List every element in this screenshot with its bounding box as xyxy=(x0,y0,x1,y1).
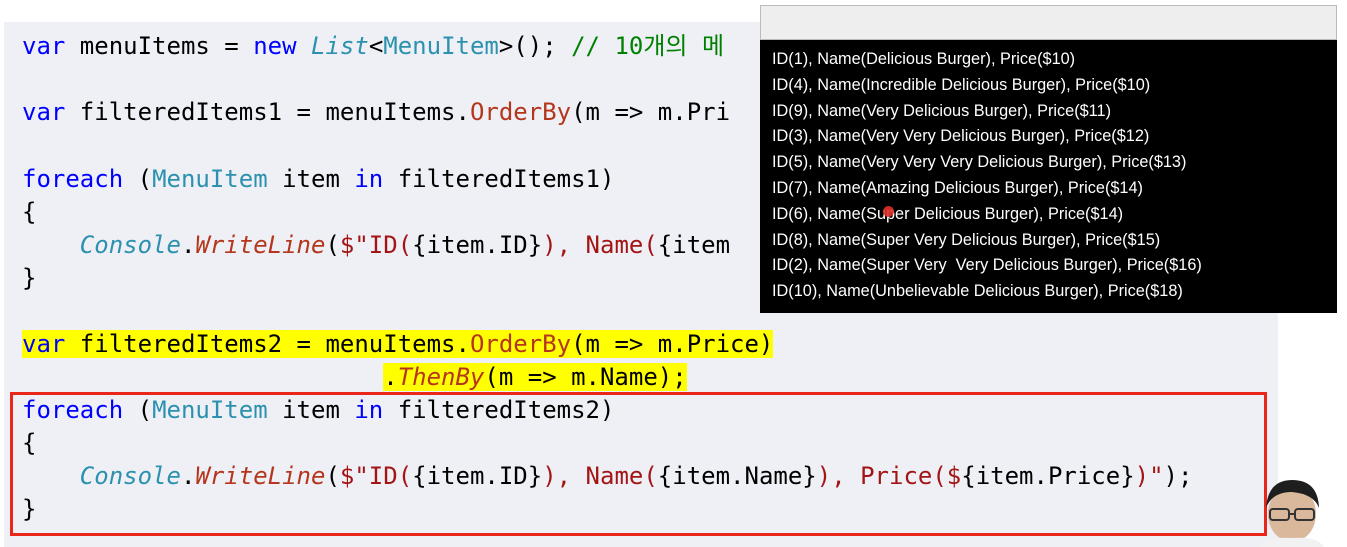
type-list: List xyxy=(311,32,369,60)
code-line-3: foreach (MenuItem item in filteredItems1… xyxy=(22,163,614,196)
code-text: menuItems = xyxy=(65,32,254,60)
console-line: ID(10), Name(Unbelievable Delicious Burg… xyxy=(772,282,1183,301)
method-thenby: ThenBy xyxy=(397,363,485,391)
presenter-image xyxy=(1260,480,1324,547)
presenter-webcam xyxy=(1256,476,1328,547)
code-text: filteredItems1 = menuItems. xyxy=(65,98,470,126)
code-line-6: } xyxy=(22,264,37,292)
code-text: ( xyxy=(325,231,340,259)
code-highlight: .ThenBy(m => m.Name); xyxy=(383,363,687,391)
code-text: (m => m.Price) xyxy=(571,330,774,358)
kw-foreach: foreach xyxy=(22,165,124,193)
code-string: $"ID( xyxy=(339,231,413,259)
code-text: . xyxy=(383,363,398,391)
code-text: {item xyxy=(657,231,731,259)
code-text: >(); xyxy=(498,32,557,60)
console-line: ID(6), Name(Super Delicious Burger), Pri… xyxy=(772,204,1124,223)
method-writeline: WriteLine xyxy=(195,231,326,259)
code-text: ( xyxy=(123,165,153,193)
code-text: < xyxy=(368,32,384,60)
code-text: (m => m.Pri xyxy=(571,98,731,126)
code-text: (m => m.Name); xyxy=(484,363,687,391)
console-line: ID(1), Name(Delicious Burger), Price($10… xyxy=(772,50,1076,68)
console-line: ID(9), Name(Very Delicious Burger), Pric… xyxy=(772,101,1111,120)
method-orderby: OrderBy xyxy=(469,98,572,126)
code-line-4: { xyxy=(22,198,37,226)
code-line-5: Console.WriteLine($"ID({item.ID}), Name(… xyxy=(22,229,730,262)
focus-highlight-box xyxy=(10,392,1267,536)
method-orderby: OrderBy xyxy=(469,330,572,358)
code-text: . xyxy=(180,231,196,259)
code-text: item xyxy=(267,165,355,193)
console-line: ID(7), Name(Amazing Delicious Burger), P… xyxy=(772,178,1143,197)
kw-var: var xyxy=(22,98,66,126)
console-line: ID(8), Name(Super Very Delicious Burger)… xyxy=(772,230,1161,249)
code-line-8: .ThenBy(m => m.Name); xyxy=(22,361,687,394)
code-line-1: var menuItems = new List<MenuItem>(); //… xyxy=(22,30,724,63)
console-title-bar[interactable] xyxy=(760,5,1337,40)
code-text: filteredItems2 = menuItems. xyxy=(65,330,470,358)
code-line-2: var filteredItems1 = menuItems.OrderBy(m… xyxy=(22,96,730,129)
type-menuitem: MenuItem xyxy=(383,32,499,60)
console-line: ID(2), Name(Super Very Very Delicious Bu… xyxy=(772,256,1202,275)
code-comment: // 10개의 메 xyxy=(556,32,725,60)
console-output: ID(1), Name(Delicious Burger), Price($10… xyxy=(772,47,1202,305)
console-line: ID(5), Name(Very Very Very Delicious Bur… xyxy=(772,153,1187,172)
type-menuitem: MenuItem xyxy=(152,165,268,193)
code-highlight: var filteredItems2 = menuItems.OrderBy(m… xyxy=(22,330,774,358)
console-window[interactable]: ID(1), Name(Delicious Burger), Price($10… xyxy=(760,5,1337,313)
console-line: ID(4), Name(Incredible Delicious Burger)… xyxy=(772,75,1151,94)
class-console: Console xyxy=(79,231,181,259)
kw-in: in xyxy=(354,165,384,193)
code-string: ), Name( xyxy=(542,231,658,259)
console-line: ID(3), Name(Very Very Delicious Burger),… xyxy=(772,127,1150,146)
kw-var: var xyxy=(22,330,66,358)
code-text: {item.ID} xyxy=(412,231,543,259)
pointer-cursor-dot xyxy=(883,206,894,217)
code-text: filteredItems1) xyxy=(383,165,615,193)
code-line-7: var filteredItems2 = menuItems.OrderBy(m… xyxy=(22,328,774,361)
kw-var: var xyxy=(22,32,66,60)
kw-new: new xyxy=(253,32,297,60)
